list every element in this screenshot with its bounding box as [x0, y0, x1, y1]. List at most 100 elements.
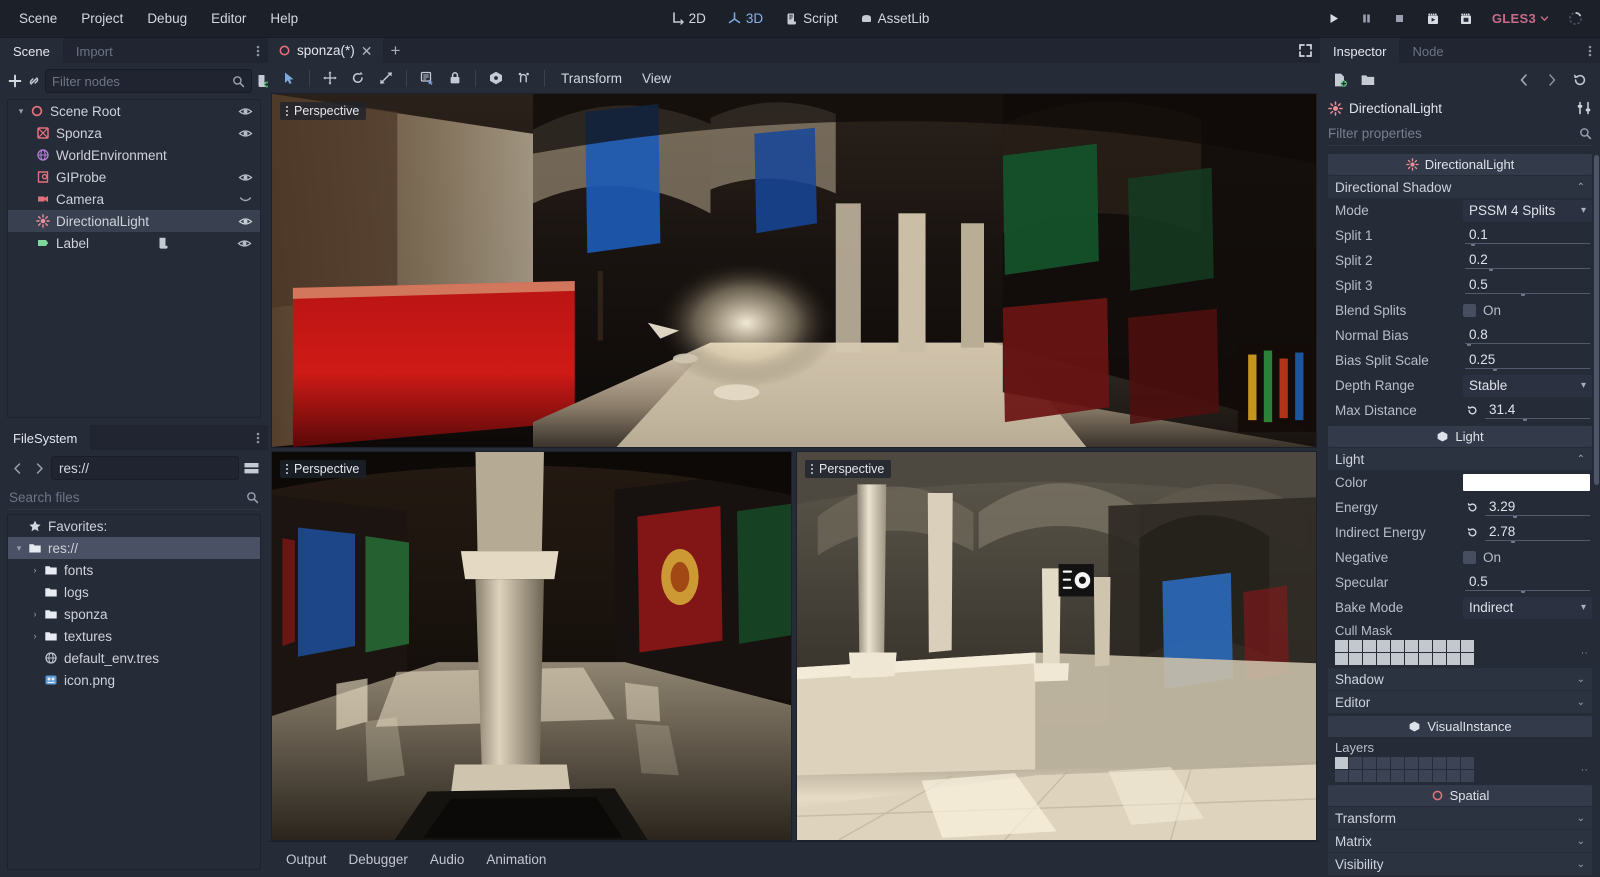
bit[interactable]: [1419, 640, 1432, 652]
bit[interactable]: [1419, 757, 1432, 769]
inspector-group-light[interactable]: Light ⌃: [1328, 448, 1592, 470]
transform-menu[interactable]: Transform: [552, 67, 631, 90]
filesystem-search-input[interactable]: [9, 490, 241, 505]
cull-mask-bits[interactable]: [1335, 640, 1474, 665]
scene-tree-row[interactable]: WorldEnvironment: [8, 144, 260, 166]
inspector-filter-input[interactable]: [1328, 126, 1574, 141]
tab-filesystem[interactable]: FileSystem: [0, 425, 90, 450]
menu-project[interactable]: Project: [70, 6, 134, 31]
bit[interactable]: [1405, 770, 1418, 782]
visibility-eye-icon[interactable]: [236, 104, 254, 119]
bit[interactable]: [1349, 640, 1362, 652]
bit[interactable]: [1349, 770, 1362, 782]
chevron-up-icon[interactable]: ⌃: [1577, 182, 1585, 193]
bit[interactable]: [1335, 653, 1348, 665]
mode-button-3d[interactable]: 3D: [719, 7, 772, 30]
bit[interactable]: [1391, 640, 1404, 652]
layers-menu-icon[interactable]: ··: [1581, 764, 1592, 776]
filesystem-row-default-env[interactable]: default_env.tres: [8, 647, 260, 669]
visibility-eye-icon[interactable]: [236, 214, 254, 229]
scene-tree-row-directionallight[interactable]: DirectionalLight: [8, 210, 260, 232]
bit[interactable]: [1405, 757, 1418, 769]
visibility-eye-icon[interactable]: [236, 126, 254, 141]
menu-debug[interactable]: Debug: [136, 6, 198, 31]
bottom-tab-output[interactable]: Output: [276, 847, 337, 872]
indirect-energy-input[interactable]: 2.78: [1483, 522, 1592, 543]
bit[interactable]: [1363, 653, 1376, 665]
rotate-mode-tool[interactable]: [345, 66, 371, 90]
bottom-tab-audio[interactable]: Audio: [420, 847, 475, 872]
bit[interactable]: [1433, 770, 1446, 782]
bit[interactable]: [1377, 757, 1390, 769]
bit[interactable]: [1461, 770, 1474, 782]
scene-tree-row[interactable]: GIProbe: [8, 166, 260, 188]
play-custom-scene-button[interactable]: [1451, 6, 1481, 32]
inspector-property-list[interactable]: DirectionalLight Directional Shadow ⌃ Mo…: [1320, 151, 1600, 877]
layers-grid[interactable]: ··: [1328, 757, 1592, 782]
bias-split-scale-input[interactable]: 0.25: [1463, 350, 1592, 371]
inspector-group-matrix[interactable]: Matrix ⌄: [1328, 830, 1592, 852]
tab-import[interactable]: Import: [63, 38, 126, 63]
list-select-tool[interactable]: [414, 66, 440, 90]
scale-mode-tool[interactable]: [373, 66, 399, 90]
bit[interactable]: [1335, 757, 1348, 769]
chevron-right-icon[interactable]: ›: [28, 565, 42, 575]
move-mode-tool[interactable]: [317, 66, 343, 90]
bit[interactable]: [1461, 757, 1474, 769]
normal-bias-input[interactable]: 0.8: [1463, 325, 1592, 346]
mode-button-script[interactable]: Script: [776, 7, 847, 30]
bit[interactable]: [1447, 770, 1460, 782]
split-3-input[interactable]: 0.5: [1463, 275, 1592, 296]
play-scene-button[interactable]: [1418, 6, 1448, 32]
mode-select[interactable]: PSSM 4 Splits ▾: [1463, 200, 1592, 222]
bit[interactable]: [1433, 757, 1446, 769]
bottom-tab-animation[interactable]: Animation: [476, 847, 556, 872]
bit[interactable]: [1335, 770, 1348, 782]
local-space-tool[interactable]: [483, 66, 509, 90]
tab-scene[interactable]: Scene: [0, 38, 63, 63]
open-resource-icon[interactable]: [1356, 68, 1380, 92]
bottom-tab-debugger[interactable]: Debugger: [339, 847, 418, 872]
split-mode-icon[interactable]: [241, 457, 261, 479]
chevron-right-icon[interactable]: ›: [28, 609, 42, 619]
inspector-filter-field[interactable]: [1328, 122, 1592, 146]
bit[interactable]: [1377, 653, 1390, 665]
negative-checkbox[interactable]: [1463, 551, 1476, 564]
arrow-right-icon[interactable]: [29, 457, 49, 479]
cull-mask-grid[interactable]: ··: [1328, 640, 1592, 665]
bit[interactable]: [1349, 757, 1362, 769]
chevron-up-icon[interactable]: ⌃: [1577, 454, 1585, 465]
inspector-group-shadow[interactable]: Shadow ⌄: [1328, 668, 1592, 690]
history-icon[interactable]: [1568, 68, 1592, 92]
cull-mask-menu-icon[interactable]: ··: [1581, 647, 1592, 659]
revert-icon[interactable]: [1463, 526, 1481, 539]
tab-inspector[interactable]: Inspector: [1320, 38, 1399, 63]
bit[interactable]: [1391, 757, 1404, 769]
filesystem-row-fonts[interactable]: › fonts: [8, 559, 260, 581]
close-icon[interactable]: ✕: [361, 44, 373, 58]
bit[interactable]: [1405, 653, 1418, 665]
menu-editor[interactable]: Editor: [200, 6, 257, 31]
scene-tree-row[interactable]: Sponza: [8, 122, 260, 144]
plus-icon[interactable]: +: [383, 38, 409, 63]
view-menu[interactable]: View: [633, 67, 680, 90]
viewport-bottom-left-label[interactable]: Perspective: [280, 460, 366, 478]
new-resource-icon[interactable]: [1328, 68, 1352, 92]
renderer-selector[interactable]: GLES3: [1484, 7, 1557, 30]
inspector-group-visibility[interactable]: Visibility ⌄: [1328, 853, 1592, 875]
light-color-swatch[interactable]: [1463, 474, 1590, 491]
filesystem-row-textures[interactable]: › textures: [8, 625, 260, 647]
history-back-icon[interactable]: [1512, 68, 1536, 92]
split-1-input[interactable]: 0.1: [1463, 225, 1592, 246]
snap-tool[interactable]: [511, 66, 537, 90]
bit[interactable]: [1433, 653, 1446, 665]
instance-scene-icon[interactable]: [26, 69, 42, 93]
depth-range-select[interactable]: Stable ▾: [1463, 375, 1592, 397]
history-forward-icon[interactable]: [1540, 68, 1564, 92]
bit[interactable]: [1433, 640, 1446, 652]
filter-nodes-field[interactable]: [45, 69, 252, 93]
chevron-down-icon[interactable]: ⌄: [1577, 674, 1585, 685]
max-distance-input[interactable]: 31.4: [1483, 400, 1592, 421]
bit[interactable]: [1419, 770, 1432, 782]
select-mode-tool[interactable]: [276, 66, 302, 90]
